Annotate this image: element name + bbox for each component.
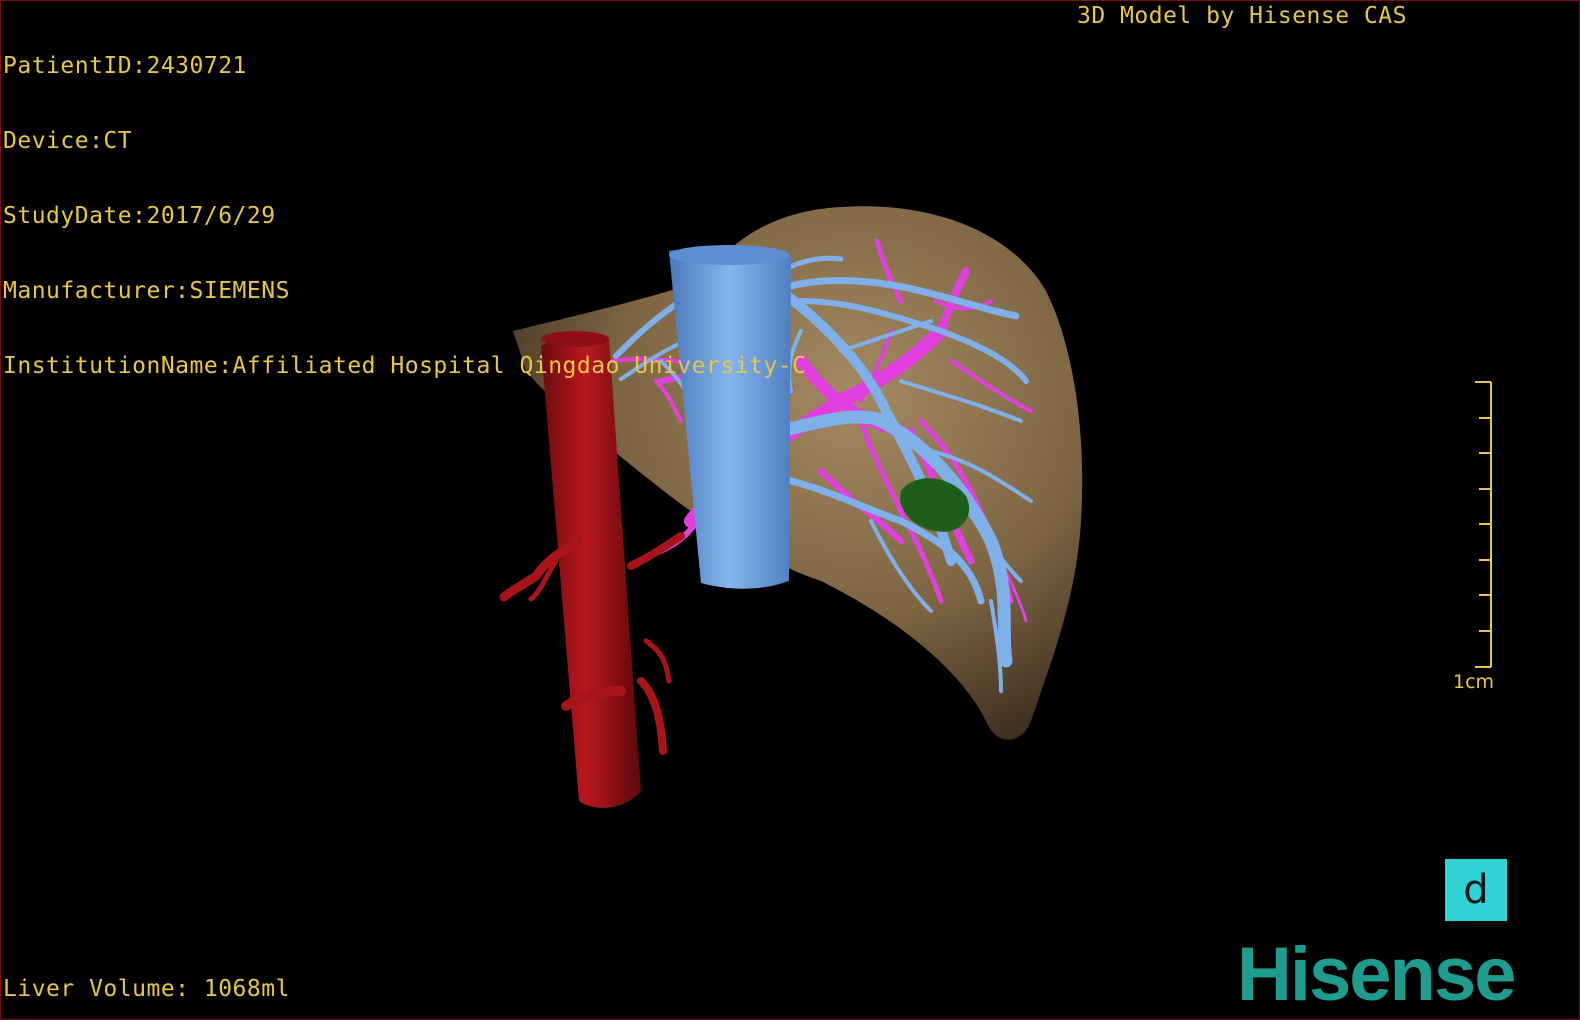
orientation-cube-label: d (1463, 867, 1489, 913)
3d-viewport[interactable]: PatientID:2430721 Device:CT StudyDate:20… (0, 0, 1580, 1020)
orientation-cube[interactable]: d (1445, 859, 1507, 921)
dicom-info-block: PatientID:2430721 Device:CT StudyDate:20… (3, 4, 806, 429)
hisense-logo: Hisense (1237, 932, 1516, 1017)
patient-id: PatientID:2430721 (3, 53, 247, 79)
scale-bar (1475, 381, 1492, 668)
device: Device:CT (3, 128, 133, 154)
scale-bar-label: 1cm (1453, 671, 1495, 693)
model-credit: 3D Model by Hisense CAS (1077, 3, 1407, 29)
institution-name: InstitutionName:Affiliated Hospital Qing… (3, 353, 807, 379)
study-date: StudyDate:2017/6/29 (3, 203, 276, 229)
manufacturer: Manufacturer:SIEMENS (3, 278, 290, 304)
liver-volume: Liver Volume: 1068ml (3, 976, 290, 1002)
